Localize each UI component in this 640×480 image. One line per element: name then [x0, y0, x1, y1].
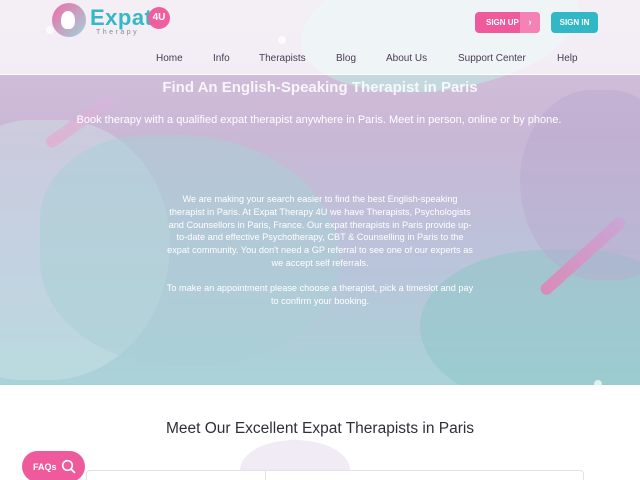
hero-subtitle: Book therapy with a qualified expat ther… [76, 114, 562, 126]
chevron-right-icon: › [520, 12, 540, 33]
sign-up-label: SIGN UP [486, 18, 519, 27]
nav-item-home[interactable]: Home [156, 53, 183, 64]
hero-paragraph: We are making your search easier to find… [167, 194, 473, 268]
logo-tagline: Therapy [96, 29, 140, 36]
card-divider [265, 470, 266, 480]
logo-name: Expat [90, 5, 153, 30]
nav-item-help[interactable]: Help [557, 53, 578, 64]
sign-in-button[interactable]: SIGN IN [551, 12, 598, 33]
search-icon [61, 459, 76, 474]
nav-item-therapists[interactable]: Therapists [259, 53, 306, 64]
hero-paragraph: To make an appointment please choose a t… [166, 283, 474, 307]
faqs-button[interactable]: FAQs [22, 451, 85, 480]
hero-description: We are making your search easier to find… [164, 193, 476, 321]
section-title: Meet Our Excellent Expat Therapists in P… [165, 420, 475, 437]
logo-head-icon [52, 3, 86, 37]
nav-item-blog[interactable]: Blog [336, 53, 356, 64]
sign-up-button[interactable]: SIGN UP › [475, 12, 540, 33]
decorative-dot [594, 380, 602, 388]
nav-item-info[interactable]: Info [213, 53, 230, 64]
nav-item-about-us[interactable]: About Us [386, 53, 427, 64]
site-header: Expat 4U Therapy SIGN UP › SIGN IN Home … [0, 0, 640, 75]
hero-title: Find An English-Speaking Therapist in Pa… [162, 79, 478, 96]
main-nav: Home Info Therapists Blog About Us Suppo… [0, 53, 640, 69]
logo-badge: 4U [148, 7, 170, 29]
faqs-label: FAQs [33, 461, 57, 472]
therapist-card[interactable] [86, 470, 584, 480]
nav-item-support-center[interactable]: Support Center [458, 53, 526, 64]
site-logo[interactable]: Expat 4U Therapy [52, 3, 170, 39]
